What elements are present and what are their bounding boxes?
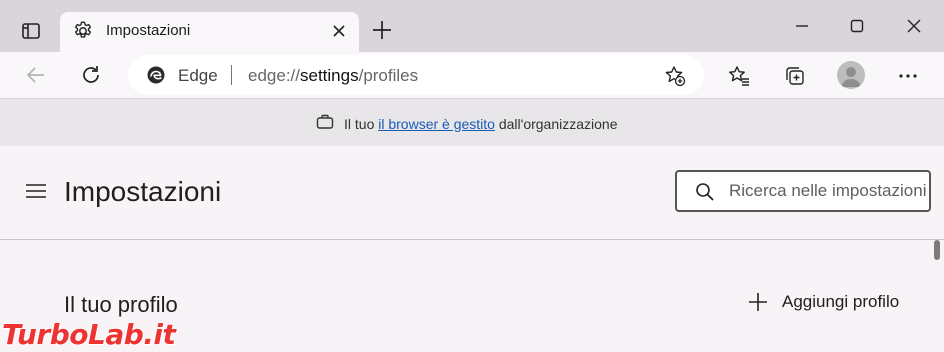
maximize-button[interactable] — [842, 12, 872, 40]
menu-button[interactable] — [25, 182, 47, 205]
maximize-icon — [850, 19, 864, 33]
briefcase-icon — [316, 114, 334, 133]
address-bar[interactable]: Edge edge://settings/profiles — [128, 55, 704, 95]
more-button[interactable] — [896, 64, 920, 88]
favorites-button[interactable] — [727, 64, 751, 88]
window-close-button[interactable] — [899, 12, 929, 40]
close-icon — [333, 25, 345, 37]
tab-settings[interactable]: Impostazioni — [60, 12, 359, 52]
section-title: Il tuo profilo — [64, 292, 178, 317]
settings-search[interactable] — [675, 170, 931, 212]
scrollbar-thumb[interactable] — [934, 240, 940, 260]
search-input[interactable] — [729, 179, 929, 203]
plus-icon — [373, 21, 391, 39]
plus-icon — [749, 293, 767, 311]
browser-toolbar: Edge edge://settings/profiles — [0, 52, 944, 98]
divider — [231, 65, 232, 85]
page-title: Impostazioni — [64, 176, 222, 207]
star-plus-icon — [665, 66, 686, 87]
more-icon — [899, 74, 917, 78]
managed-browser-infobar: Il tuo il browser è gestito dall'organiz… — [0, 98, 944, 146]
url-host: settings — [300, 66, 359, 85]
url-scheme: edge:// — [248, 66, 300, 85]
new-tab-button[interactable] — [370, 18, 394, 42]
tab-actions-button[interactable] — [14, 16, 48, 46]
close-icon — [907, 19, 921, 33]
site-identity: Edge — [178, 66, 218, 85]
url-path: /profiles — [358, 66, 419, 85]
refresh-button[interactable] — [77, 61, 105, 89]
collections-icon — [786, 67, 804, 85]
url-text[interactable]: edge://settings/profiles — [248, 66, 418, 86]
settings-header: Impostazioni — [0, 146, 944, 240]
collections-button[interactable] — [783, 64, 807, 88]
infobar-text-suffix: dall'organizzazione — [498, 115, 618, 132]
profile-button[interactable] — [837, 61, 865, 89]
refresh-icon — [83, 66, 99, 83]
gear-icon — [72, 20, 94, 47]
edge-logo-icon — [146, 65, 166, 90]
infobar-text-prefix: Il tuo — [344, 115, 375, 132]
search-icon — [695, 182, 715, 207]
hamburger-icon — [26, 184, 46, 198]
avatar-icon — [841, 67, 861, 87]
back-button[interactable] — [22, 61, 50, 89]
managed-browser-link[interactable]: il browser è gestito — [378, 116, 495, 132]
add-favorite-button[interactable] — [664, 65, 686, 92]
back-arrow-icon — [26, 67, 44, 83]
favorites-icon — [729, 66, 749, 86]
title-bar: Impostazioni — [0, 0, 944, 52]
add-profile-label: Aggiungi profilo — [782, 292, 900, 311]
add-profile-button[interactable]: Aggiungi profilo — [748, 292, 899, 312]
infobar-message: Il tuo il browser è gestito dall'organiz… — [316, 114, 618, 133]
close-tab-button[interactable] — [331, 23, 347, 44]
minimize-icon — [796, 25, 808, 27]
minimize-button[interactable] — [787, 12, 817, 40]
tab-actions-icon — [22, 23, 40, 39]
watermark-logo: TurboLab.it — [2, 318, 176, 351]
tab-title: Impostazioni — [106, 22, 191, 39]
